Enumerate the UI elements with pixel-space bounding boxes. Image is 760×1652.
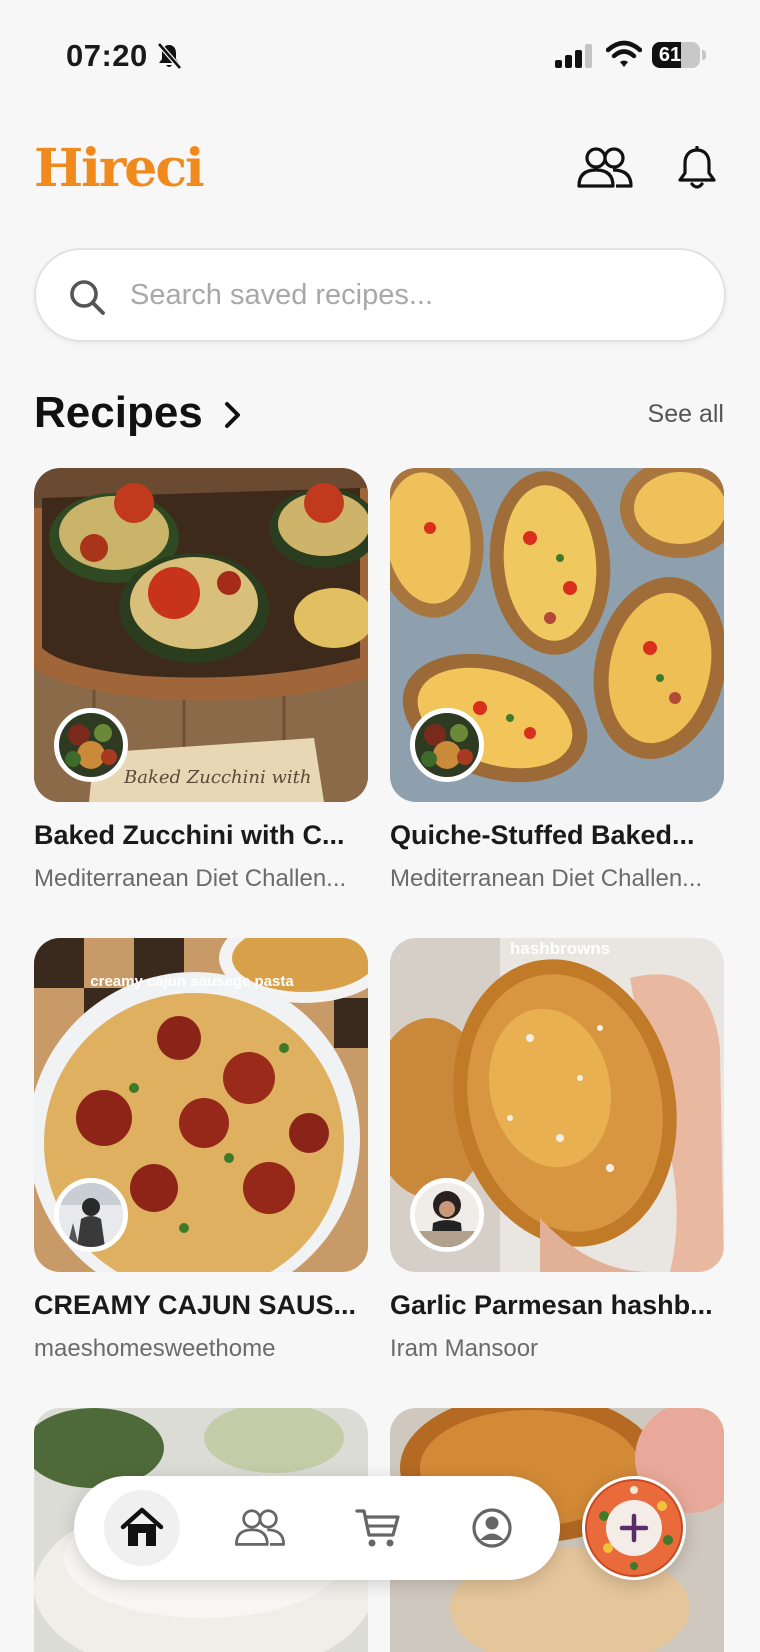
status-bar: 07:20 61 (0, 0, 760, 100)
recipe-card[interactable]: Quiche-Stuffed Baked... Mediterranean Di… (390, 468, 724, 893)
search-input[interactable] (130, 250, 690, 340)
recipe-card[interactable]: hashbrowns Garlic Parmesan hashb... Iram… (390, 938, 724, 1363)
author-avatar[interactable] (54, 1178, 128, 1252)
search-icon (70, 280, 105, 315)
wifi-icon (606, 40, 642, 67)
nav-profile[interactable] (454, 1490, 530, 1566)
search-bar[interactable] (34, 248, 726, 342)
nav-cart[interactable] (340, 1490, 416, 1566)
bottom-nav (74, 1476, 560, 1580)
image-caption: hashbrowns (510, 939, 610, 958)
recipe-title[interactable]: CREAMY CAJUN SAUS... (34, 1290, 368, 1321)
recipe-image[interactable] (390, 468, 724, 802)
recipe-author: Iram Mansoor (390, 1335, 539, 1362)
friends-icon[interactable] (576, 146, 634, 190)
recipe-title[interactable]: Garlic Parmesan hashb... (390, 1290, 724, 1321)
recipe-card[interactable]: creamy cajun sausage pasta CREAMY CAJUN … (34, 938, 368, 1363)
author-avatar[interactable] (410, 708, 484, 782)
author-avatar[interactable] (54, 708, 128, 782)
profile-icon (472, 1508, 512, 1548)
nav-community[interactable] (222, 1490, 298, 1566)
image-caption: Baked Zucchini with (123, 767, 311, 788)
notifications-icon[interactable] (676, 146, 718, 192)
battery-percent: 61 (658, 44, 682, 66)
recipe-title[interactable]: Quiche-Stuffed Baked... (390, 820, 724, 851)
author-avatar[interactable] (410, 1178, 484, 1252)
recipe-image[interactable]: creamy cajun sausage pasta (34, 938, 368, 1272)
add-recipe-button[interactable] (582, 1476, 686, 1580)
app-logo: Hireci (34, 138, 205, 199)
cart-icon (355, 1509, 400, 1547)
recipe-card[interactable]: Baked Zucchini with Baked Zucchini with … (34, 468, 368, 893)
status-time: 07:20 (66, 38, 148, 73)
friends-icon (234, 1509, 285, 1546)
cellular-signal-icon (555, 44, 592, 68)
home-icon (120, 1507, 164, 1546)
chevron-right-icon[interactable] (222, 400, 244, 430)
recipe-image[interactable]: Baked Zucchini with (34, 468, 368, 802)
recipe-title[interactable]: Baked Zucchini with C... (34, 820, 368, 851)
see-all-link[interactable]: See all (648, 400, 724, 429)
recipe-author: maeshomesweethome (34, 1335, 276, 1362)
add-recipe-icon (585, 1479, 683, 1577)
recipe-image[interactable]: hashbrowns (390, 938, 724, 1272)
image-caption: creamy cajun sausage pasta (90, 973, 294, 990)
recipe-author: Mediterranean Diet Challen... (390, 865, 703, 892)
recipe-author: Mediterranean Diet Challen... (34, 865, 347, 892)
silent-mode-icon (157, 42, 182, 70)
section-title[interactable]: Recipes (34, 388, 203, 438)
nav-home[interactable] (104, 1490, 180, 1566)
